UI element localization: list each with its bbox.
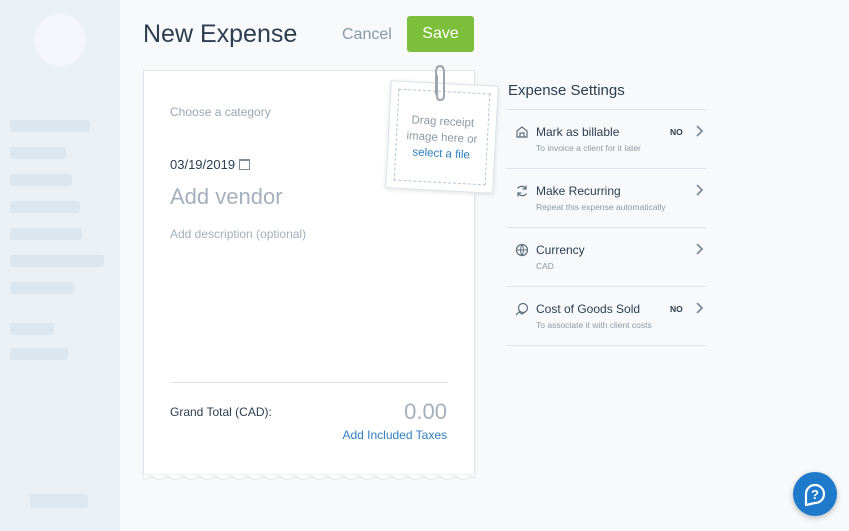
grand-total-value[interactable]: 0.00 [404, 399, 447, 425]
help-icon: ? [804, 483, 826, 507]
setting-label: Mark as billable [536, 125, 620, 139]
help-button[interactable]: ? [793, 472, 837, 516]
description-input[interactable]: Add description (optional) [170, 227, 306, 241]
sidebar [0, 0, 120, 531]
help-glyph: ? [811, 487, 819, 502]
sidebar-item[interactable] [10, 120, 90, 132]
setting-label: Currency [536, 243, 585, 257]
billable-icon [516, 126, 528, 138]
setting-label: Cost of Goods Sold [536, 302, 641, 316]
expense-settings-title: Expense Settings [508, 82, 625, 99]
setting-sub: To invoice a client for it later [536, 143, 641, 153]
setting-label: Make Recurring [536, 184, 621, 198]
save-button[interactable]: Save [407, 16, 474, 52]
vendor-input[interactable]: Add vendor [170, 184, 283, 210]
expense-settings-list: Mark as billable To invoice a client for… [507, 109, 706, 346]
category-select[interactable]: Choose a category [170, 105, 271, 119]
setting-sub: To associate it with client costs [536, 320, 652, 330]
divider [170, 382, 448, 383]
receipt-torn-edge [143, 474, 475, 481]
cancel-button[interactable]: Cancel [342, 26, 392, 44]
setting-sub: CAD [536, 261, 554, 271]
page-title: New Expense [143, 20, 298, 48]
setting-row-currency[interactable]: Currency CAD [507, 228, 706, 287]
sidebar-item[interactable] [10, 201, 80, 213]
sidebar-item[interactable] [10, 323, 54, 335]
sidebar-item[interactable] [10, 348, 68, 360]
date-field[interactable]: 03/19/2019 [170, 157, 251, 172]
setting-sub: Repeat this expense automatically [536, 202, 666, 212]
status-badge: NO [670, 127, 683, 137]
sidebar-item[interactable] [10, 282, 74, 294]
cost-of-goods-icon [515, 302, 529, 316]
chevron-right-icon [696, 243, 704, 255]
dropzone-text: Drag receipt image here or select a file [388, 111, 496, 164]
recurring-icon [516, 185, 528, 197]
sidebar-item[interactable] [10, 255, 104, 267]
sidebar-item[interactable] [10, 228, 82, 240]
setting-row-recurring[interactable]: Make Recurring Repeat this expense autom… [507, 169, 706, 228]
avatar[interactable] [34, 14, 86, 66]
sidebar-item[interactable] [10, 147, 66, 159]
grand-total-label: Grand Total (CAD): [170, 405, 272, 419]
status-badge: NO [670, 304, 683, 314]
chevron-right-icon [696, 184, 704, 196]
add-included-taxes-link[interactable]: Add Included Taxes [342, 428, 447, 442]
sidebar-logo [30, 494, 88, 508]
date-value: 03/19/2019 [170, 157, 236, 172]
setting-row-cost-of-goods[interactable]: Cost of Goods Sold To associate it with … [507, 287, 706, 346]
sidebar-item[interactable] [10, 174, 72, 186]
chevron-right-icon [696, 302, 704, 314]
currency-icon [515, 243, 529, 257]
chevron-right-icon [696, 125, 704, 137]
paperclip-icon [435, 64, 445, 102]
calendar-icon[interactable] [239, 159, 251, 170]
setting-row-billable[interactable]: Mark as billable To invoice a client for… [507, 110, 706, 169]
